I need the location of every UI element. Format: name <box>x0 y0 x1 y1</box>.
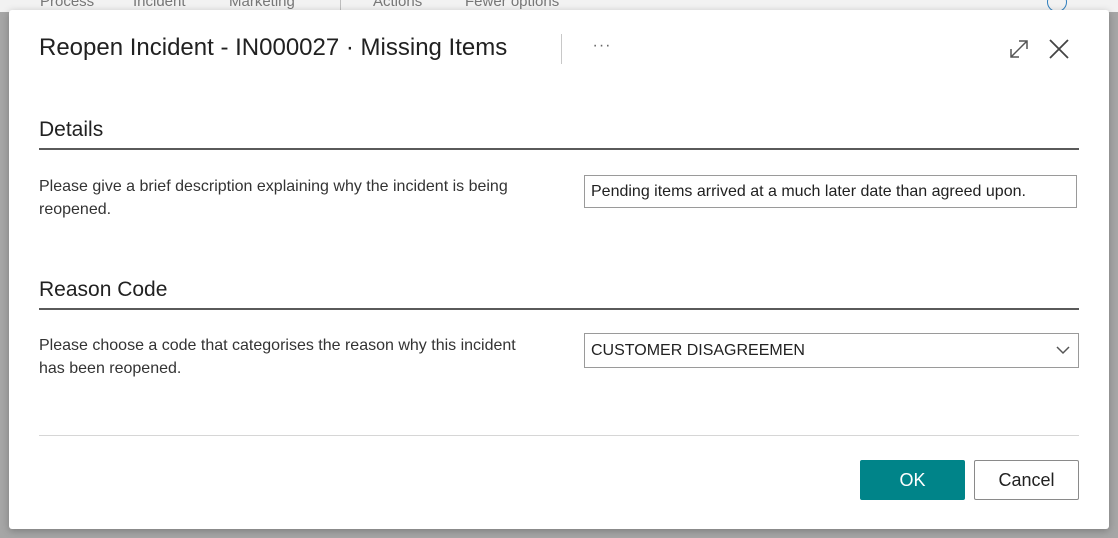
action-process: Process <box>40 0 95 10</box>
ok-button[interactable]: OK <box>860 460 965 500</box>
reason-code-label: Please choose a code that categorises th… <box>39 337 516 377</box>
action-marketing: Marketing <box>229 0 295 10</box>
close-icon[interactable] <box>1047 37 1071 61</box>
reason-code-heading: Reason Code <box>39 278 168 301</box>
action-fewer-options: Fewer options <box>465 0 560 10</box>
dialog-title: Reopen Incident - IN000027 · Missing Ite… <box>39 34 508 61</box>
details-description-label: Please give a brief description explaini… <box>39 178 508 218</box>
action-actions: Actions <box>373 0 423 10</box>
details-heading: Details <box>39 118 104 141</box>
chevron-down-icon <box>1056 346 1070 355</box>
more-options-button[interactable]: ··· <box>589 36 615 58</box>
reason-code-select[interactable]: CUSTOMER DISAGREEMEN <box>584 333 1079 368</box>
reason-code-divider <box>39 308 1079 310</box>
details-divider <box>39 148 1079 150</box>
reason-code-value: CUSTOMER DISAGREEMEN <box>591 342 805 359</box>
action-incident: Incident <box>133 0 186 10</box>
expand-icon[interactable] <box>1008 38 1030 60</box>
reopen-incident-dialog: Reopen Incident - IN000027 · Missing Ite… <box>9 10 1109 529</box>
cancel-button[interactable]: Cancel <box>974 460 1079 500</box>
footer-divider <box>39 435 1079 436</box>
title-separator <box>561 34 562 64</box>
description-input[interactable]: Pending items arrived at a much later da… <box>584 175 1077 208</box>
